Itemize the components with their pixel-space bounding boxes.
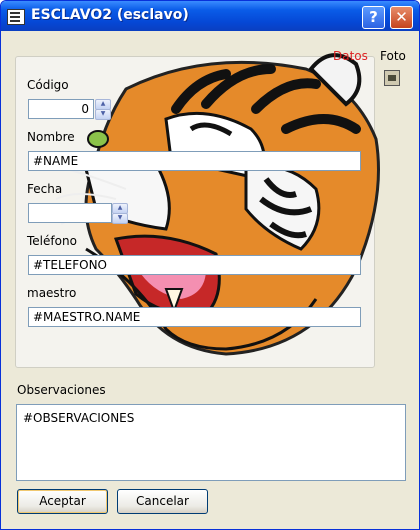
tab-datos[interactable]: Datos xyxy=(333,49,368,63)
tab-foto[interactable]: Foto xyxy=(380,49,406,63)
codigo-spinner[interactable]: ▲ ▼ xyxy=(95,99,111,120)
help-button[interactable]: ? xyxy=(362,6,385,29)
photo-icon[interactable] xyxy=(384,70,400,86)
telefono-field[interactable]: #TELEFONO xyxy=(28,255,361,275)
maestro-field[interactable]: #MAESTRO.NAME xyxy=(28,307,361,327)
fecha-label: Fecha xyxy=(27,182,63,196)
spinner-down-icon[interactable]: ▼ xyxy=(112,213,128,224)
close-button[interactable]: ✕ xyxy=(390,6,413,29)
telefono-label: Teléfono xyxy=(27,234,77,248)
codigo-field[interactable]: 0 xyxy=(28,99,94,119)
accept-button[interactable]: Aceptar xyxy=(17,489,108,514)
title-bar[interactable]: ESCLAVO2 (esclavo) ? ✕ xyxy=(1,1,419,31)
maestro-label: maestro xyxy=(27,286,77,300)
observaciones-label: Observaciones xyxy=(17,383,106,397)
form-icon xyxy=(7,9,25,25)
cancel-button[interactable]: Cancelar xyxy=(117,489,208,514)
dialog-window: ESCLAVO2 (esclavo) ? ✕ Datos Foto Código… xyxy=(0,0,420,530)
fecha-field[interactable] xyxy=(28,203,112,223)
nombre-field[interactable]: #NAME xyxy=(28,151,361,171)
window-title: ESCLAVO2 (esclavo) xyxy=(31,7,189,23)
nombre-label: Nombre xyxy=(27,130,75,144)
fecha-spinner[interactable]: ▲ ▼ xyxy=(112,203,128,224)
spinner-down-icon[interactable]: ▼ xyxy=(95,109,111,120)
observaciones-textarea[interactable]: #OBSERVACIONES xyxy=(16,404,406,481)
codigo-label: Código xyxy=(27,78,69,92)
